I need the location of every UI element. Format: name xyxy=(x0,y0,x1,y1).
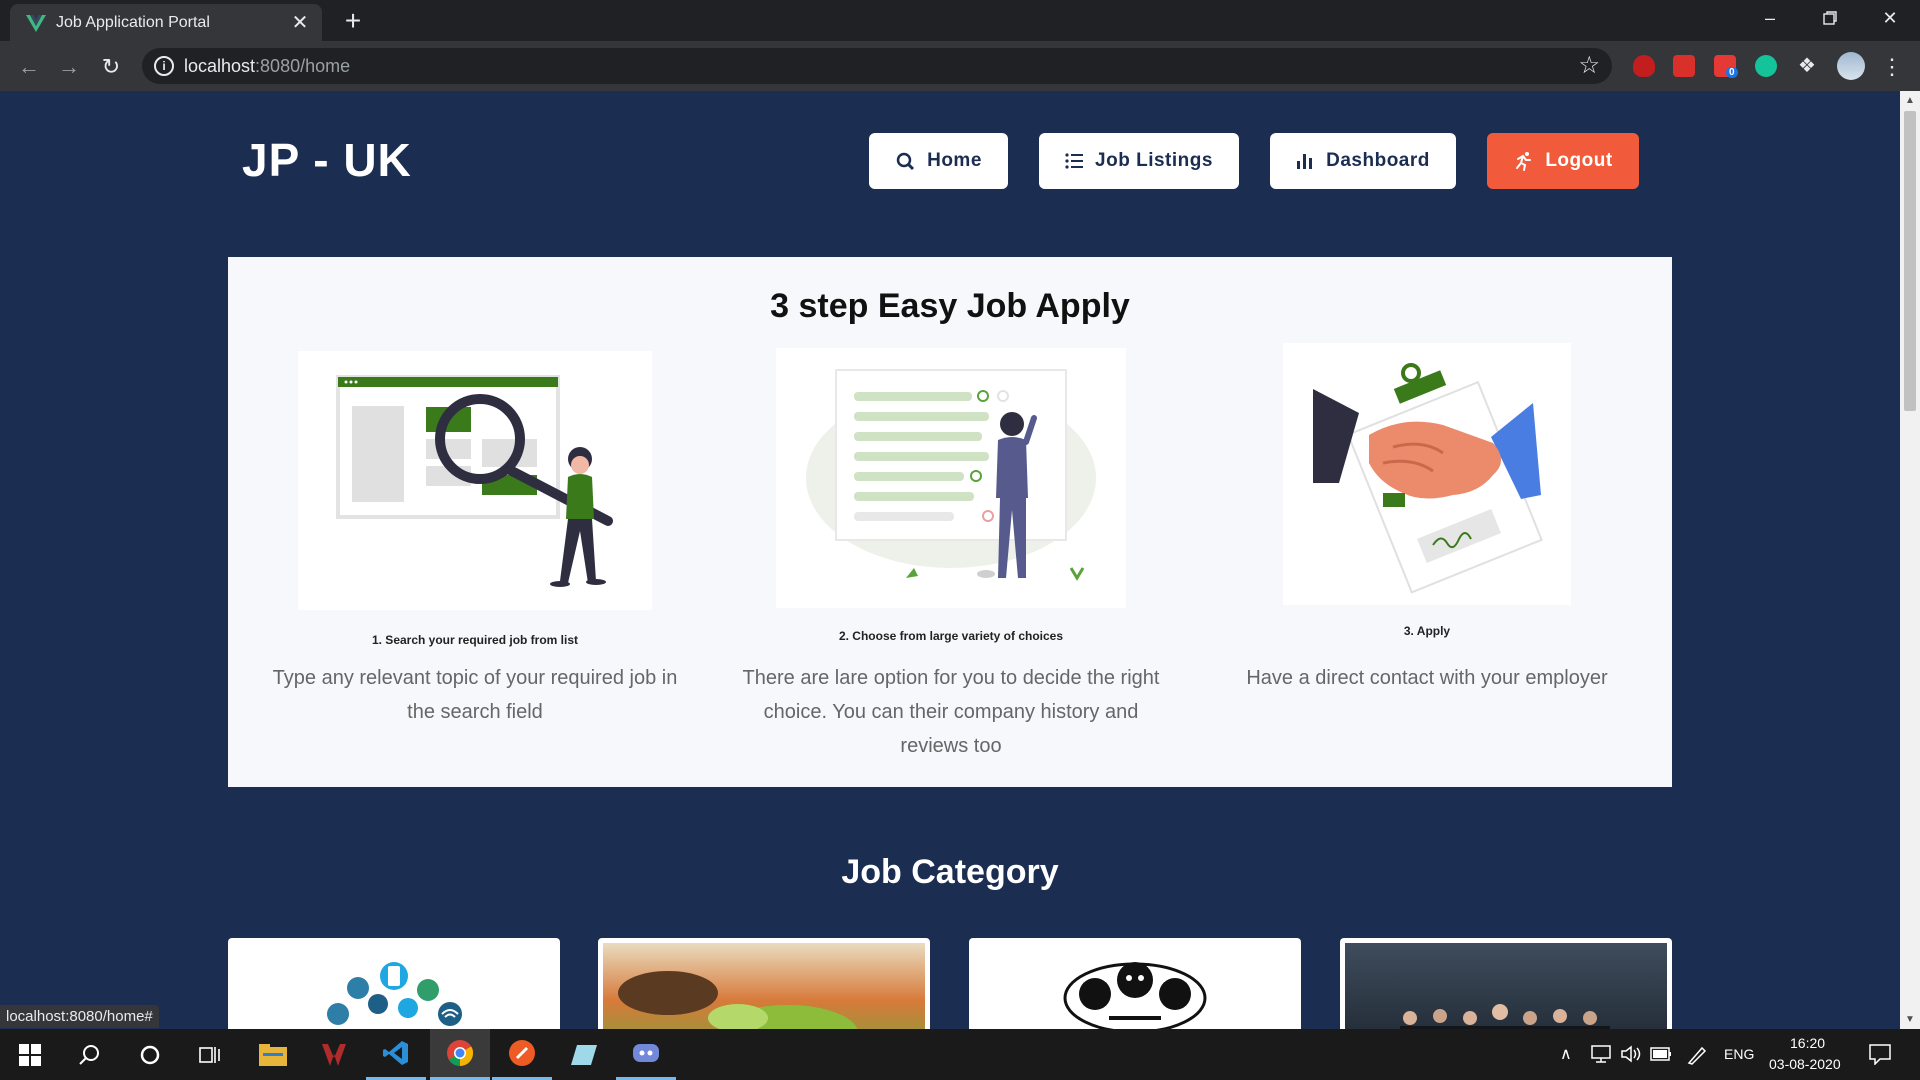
windows-taskbar: ∧ ENG 16:20 03-08-2020 xyxy=(0,1029,1920,1080)
back-icon[interactable]: ← xyxy=(14,52,44,82)
scroll-down-icon[interactable]: ▼ xyxy=(1900,1014,1920,1025)
notes-app-icon[interactable] xyxy=(554,1029,614,1080)
category-card-agriculture[interactable] xyxy=(598,938,930,1029)
browser-tab-bar: Job Application Portal ✕ + – ✕ xyxy=(0,0,1920,41)
forward-icon[interactable]: → xyxy=(54,52,84,82)
category-card-business[interactable] xyxy=(1340,938,1672,1029)
running-person-icon xyxy=(1516,152,1532,171)
page-viewport: JP - UK Home Job Listings Dashboard Logo… xyxy=(0,91,1900,1029)
vue-icon xyxy=(26,15,46,32)
clock-date[interactable]: 03-08-2020 xyxy=(1769,1056,1841,1072)
nav-dashboard-label: Dashboard xyxy=(1326,150,1430,171)
address-bar[interactable]: i localhost:8080/home ☆ xyxy=(142,48,1612,84)
reload-icon[interactable]: ↻ xyxy=(96,52,126,82)
page-scrollbar[interactable]: ▲ ▼ xyxy=(1900,91,1920,1029)
link-status-bar: localhost:8080/home# xyxy=(0,1005,159,1028)
battery-icon[interactable] xyxy=(1650,1046,1672,1062)
network-icon[interactable] xyxy=(1590,1044,1612,1064)
step-1-caption: 1. Search your required job from list xyxy=(371,633,579,647)
extension-badge: 0 xyxy=(1726,67,1738,78)
restore-icon[interactable] xyxy=(1810,4,1850,33)
postman-icon[interactable] xyxy=(492,1029,552,1080)
close-window-icon[interactable]: ✕ xyxy=(1870,4,1910,32)
pen-workspace-icon[interactable] xyxy=(1686,1044,1708,1066)
cortana-icon[interactable] xyxy=(120,1029,180,1080)
vscode-icon[interactable] xyxy=(366,1029,426,1080)
nav-logout-label: Logout xyxy=(1545,150,1613,171)
step-3-description: Have a direct contact with your employer xyxy=(1246,667,1608,689)
profile-avatar[interactable] xyxy=(1837,52,1865,80)
windows-start-icon[interactable] xyxy=(0,1029,60,1080)
browser-toolbar: ← → ↻ i localhost:8080/home ☆ 0 ❖ ⋮ xyxy=(0,41,1920,91)
language-indicator[interactable]: ENG xyxy=(1724,1046,1754,1062)
lastpass-icon[interactable] xyxy=(1673,55,1695,77)
step-1-description: Type any relevant topic of your required… xyxy=(272,667,678,723)
step-2-illustration xyxy=(776,348,1126,608)
bookmark-star-icon[interactable]: ☆ xyxy=(1578,51,1600,80)
task-view-icon[interactable] xyxy=(180,1029,240,1080)
tray-chevron-icon[interactable]: ∧ xyxy=(1560,1044,1572,1064)
step-3-caption: 3. Apply xyxy=(1403,624,1451,638)
tab-title: Job Application Portal xyxy=(56,14,210,31)
step-2-caption: 2. Choose from large variety of choices xyxy=(838,629,1064,643)
extension-icon[interactable]: 0 xyxy=(1714,55,1738,78)
search-icon[interactable] xyxy=(60,1029,120,1080)
ublock-icon[interactable] xyxy=(1633,55,1655,77)
nav-logout-button[interactable]: Logout xyxy=(1487,133,1639,189)
file-explorer-icon[interactable] xyxy=(243,1029,303,1080)
predator-sense-icon[interactable] xyxy=(304,1029,364,1080)
national-emblem-illustration xyxy=(1063,962,1207,1029)
category-card-government[interactable] xyxy=(969,938,1301,1029)
site-info-icon[interactable]: i xyxy=(154,56,174,76)
step-2-description: There are lare option for you to decide … xyxy=(742,667,1160,755)
easy-apply-steps-section: 3 step Easy Job Apply 1. Search your req… xyxy=(228,257,1672,787)
step-1-illustration xyxy=(298,351,652,610)
agriculture-photo xyxy=(603,943,925,1029)
it-tech-illustration xyxy=(327,962,462,1026)
nav-dashboard-button[interactable]: Dashboard xyxy=(1270,133,1456,189)
category-card-it[interactable] xyxy=(228,938,560,1029)
nav-job-listings-label: Job Listings xyxy=(1095,150,1213,171)
new-tab-button[interactable]: + xyxy=(338,6,368,36)
extensions-puzzle-icon[interactable]: ❖ xyxy=(1796,55,1818,77)
nav-home-button[interactable]: Home xyxy=(869,133,1008,189)
home-icon xyxy=(896,152,915,171)
scroll-thumb[interactable] xyxy=(1904,111,1916,411)
step-3-illustration xyxy=(1283,343,1571,605)
nav-job-listings-button[interactable]: Job Listings xyxy=(1039,133,1239,189)
volume-icon[interactable] xyxy=(1620,1044,1642,1064)
browser-tab[interactable]: Job Application Portal ✕ xyxy=(10,4,322,41)
scroll-up-icon[interactable]: ▲ xyxy=(1900,95,1920,106)
steps-title: 3 step Easy Job Apply xyxy=(770,287,1130,325)
business-people-photo xyxy=(1345,943,1667,1029)
address-url[interactable]: localhost:8080/home xyxy=(184,56,350,77)
nav-home-label: Home xyxy=(927,150,982,171)
minimize-icon[interactable]: – xyxy=(1750,4,1790,32)
tab-close-button[interactable]: ✕ xyxy=(288,11,312,35)
chrome-icon[interactable] xyxy=(430,1029,490,1080)
bar-chart-icon xyxy=(1297,154,1313,169)
job-category-title: Job Category xyxy=(841,853,1059,891)
list-icon xyxy=(1065,153,1084,169)
menu-dots-icon[interactable]: ⋮ xyxy=(1877,52,1907,82)
notifications-icon[interactable] xyxy=(1868,1043,1892,1065)
clock-time[interactable]: 16:20 xyxy=(1790,1035,1825,1051)
discord-icon[interactable] xyxy=(616,1029,676,1080)
site-logo[interactable]: JP - UK xyxy=(242,133,412,187)
grammarly-icon[interactable] xyxy=(1755,55,1777,77)
